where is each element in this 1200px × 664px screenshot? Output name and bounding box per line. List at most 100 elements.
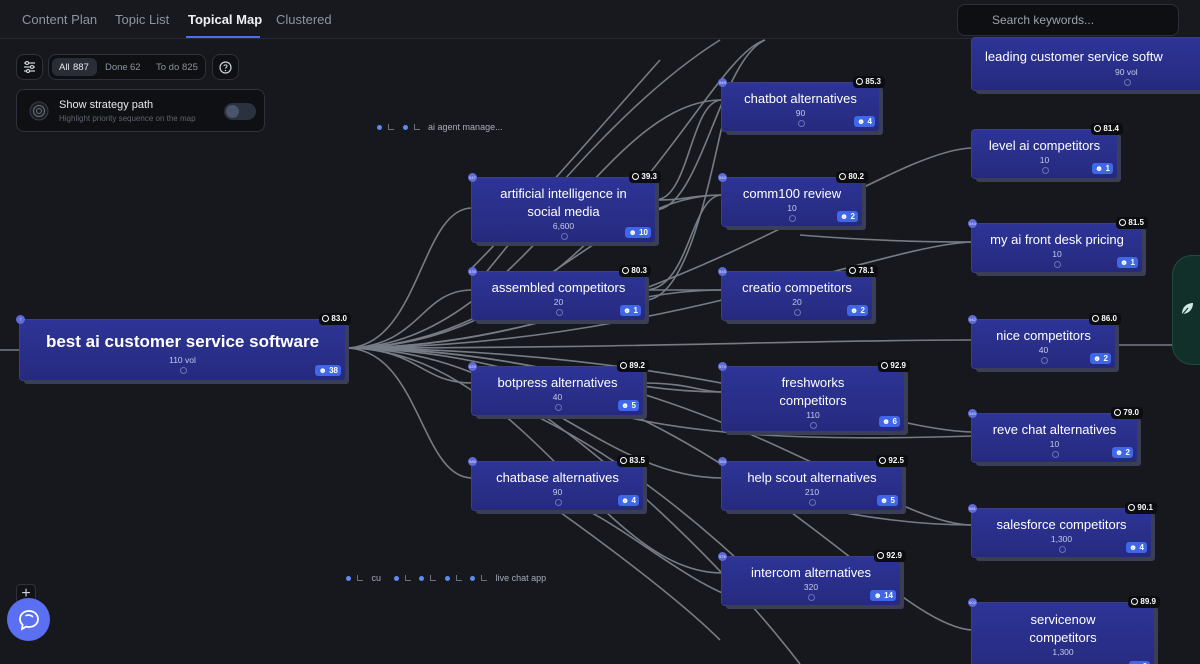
node-title: comm100 review — [742, 186, 842, 201]
node-score-badge: 81.4 — [1091, 123, 1123, 135]
topic-node[interactable]: 576 92.9 intercom alternatives 320 ☻ 14 — [718, 550, 906, 605]
tab-content-plan[interactable]: Content Plan — [22, 12, 97, 27]
topic-node[interactable]: 543 80.2 comm100 review 10 ☻ 2 — [718, 171, 868, 226]
node-status-dot — [809, 499, 816, 506]
node-status-dot — [1040, 357, 1048, 364]
node-count: 2 — [860, 306, 865, 315]
node-count: 1 — [1105, 164, 1110, 173]
topic-node[interactable]: 547 39.3 artificial intelligence in soci… — [468, 171, 661, 242]
node-title: leading customer service softw — [985, 49, 1163, 64]
branch-icon — [455, 575, 462, 581]
node-status-dot — [1051, 451, 1059, 458]
node-score-badge: 81.5 — [1116, 217, 1148, 229]
node-status-dot — [789, 215, 796, 222]
filter-settings-button[interactable] — [16, 54, 43, 80]
node-count-badge: ☻ 2 — [1089, 353, 1111, 364]
node-status-dot — [179, 367, 187, 374]
collapsed-dot — [419, 576, 425, 581]
collapsed-node-group-bottom[interactable]: cu live chat app — [346, 573, 546, 583]
topic-node[interactable]: 574 92.9 freshworks competitors 110 ☻ 6 — [718, 360, 910, 431]
tab-topic-list[interactable]: Topic List — [115, 12, 169, 27]
node-score: 92.5 — [888, 456, 904, 465]
node-id-badge: 581 — [968, 504, 977, 513]
topic-node[interactable]: 629 89.2 botpress alternatives 40 ☻ 5 — [468, 360, 649, 415]
topic-node[interactable]: 589 83.5 chatbase alternatives 90 ☻ 4 — [468, 455, 649, 510]
side-panel-handle[interactable] — [1172, 255, 1200, 365]
branch-icon — [404, 575, 411, 581]
clock-icon — [879, 457, 887, 464]
search-placeholder: Search keywords... — [992, 13, 1095, 27]
node-count: 2 — [1103, 354, 1108, 363]
node-id-badge: 542 — [968, 315, 977, 324]
node-title: level ai competitors — [988, 138, 1101, 153]
collapsed-node-group-top[interactable]: ai agent manage... — [377, 122, 503, 132]
node-score: 39.3 — [641, 172, 657, 181]
node-score-badge: 89.9 — [1128, 596, 1160, 608]
topic-node[interactable]: 581 90.1 salesforce competitors 1,300 ☻ … — [968, 502, 1157, 557]
filter-todo-label[interactable]: To do — [156, 62, 179, 73]
root-topic-node[interactable]: 7 83.0 best ai customer service software… — [16, 313, 351, 380]
tab-topical-map[interactable]: Topical Map — [188, 12, 262, 27]
node-score: 80.2 — [848, 172, 864, 181]
strategy-toggle[interactable] — [224, 103, 256, 120]
node-score-badge: 83.0 — [319, 313, 351, 325]
topic-node[interactable]: 549 85.3 chatbot alternatives 90 ☻ 4 — [718, 76, 885, 131]
clock-icon — [1128, 504, 1136, 511]
node-score-badge: 80.3 — [619, 265, 651, 277]
node-score: 83.5 — [629, 456, 645, 465]
clock-icon — [322, 315, 330, 322]
clock-icon — [632, 173, 640, 180]
topic-node[interactable]: 81.4 level ai competitors 10 ☻ 1 — [972, 123, 1123, 178]
node-score-badge: 90.1 — [1125, 502, 1157, 514]
node-score-badge: 85.3 — [853, 76, 885, 88]
topic-node[interactable]: 542 86.0 nice competitors 40 ☻ 2 — [968, 313, 1121, 368]
topic-node[interactable]: 540 79.0 reve chat alternatives 10 ☻ 2 — [968, 407, 1143, 462]
node-score: 80.3 — [631, 266, 647, 275]
node-count: 5 — [890, 496, 895, 505]
node-id-badge: 545 — [718, 267, 727, 276]
collapsed-dot — [402, 125, 408, 130]
node-title: assembled competitors — [491, 280, 626, 295]
status-filter-segment: All 887 Done 62 To do 825 — [48, 54, 206, 80]
node-title: botpress alternatives — [497, 375, 618, 390]
strategy-subtitle: Highlight priority sequence on the map — [59, 114, 196, 123]
node-score-badge: 89.2 — [617, 360, 649, 372]
node-score: 90.1 — [1137, 503, 1153, 512]
branch-icon — [413, 124, 420, 130]
node-count-badge: ☻ 2 — [836, 211, 858, 222]
node-id-badge: 539 — [468, 267, 477, 276]
node-score-badge: 92.5 — [876, 455, 908, 467]
topic-node[interactable]: 602 89.9 servicenow competitors 1,300 ☻ … — [968, 596, 1160, 664]
topic-node[interactable]: 545 78.1 creatio competitors 20 ☻ 2 — [718, 265, 878, 320]
tab-clustered[interactable]: Clustered — [276, 12, 332, 27]
node-count-badge: ☻ 1 — [619, 305, 641, 316]
node-id-badge: 549 — [718, 78, 727, 87]
node-score: 78.1 — [858, 266, 874, 275]
node-volume: 110 vol — [169, 355, 196, 365]
clock-icon — [849, 267, 857, 274]
topic-node[interactable]: 544 81.5 my ai front desk pricing 10 ☻ 1 — [968, 217, 1148, 272]
node-count-badge: ☻ 1 — [1116, 257, 1138, 268]
help-button[interactable] — [212, 54, 239, 80]
node-count: 38 — [329, 366, 338, 375]
node-count-badge: ☻ 14 — [870, 590, 896, 601]
node-title: chatbot alternatives — [744, 91, 857, 106]
node-score-badge: 83.5 — [617, 455, 649, 467]
node-status-dot — [797, 120, 805, 127]
node-count-badge: ☻ 5 — [876, 495, 898, 506]
clock-icon — [1131, 598, 1139, 605]
collapsed-dot — [444, 576, 450, 581]
topic-node[interactable]: 563 92.5 help scout alternatives 210 ☻ 5 — [718, 455, 908, 510]
filter-done-label[interactable]: Done — [105, 62, 128, 73]
search-input[interactable]: Search keywords... — [957, 4, 1179, 36]
topic-node[interactable]: 539 80.3 assembled competitors 20 ☻ 1 — [468, 265, 651, 320]
node-score-badge: 78.1 — [846, 265, 878, 277]
node-title: chatbase alternatives — [496, 470, 619, 485]
topic-node[interactable]: leading customer service softw 90 vol — [972, 38, 1200, 90]
filter-todo-count: 825 — [182, 62, 198, 73]
node-count: 6 — [892, 417, 897, 426]
collapsed-label: live chat app — [495, 573, 547, 583]
strategy-path-panel: Show strategy path Highlight priority se… — [16, 89, 265, 132]
node-score: 92.9 — [890, 361, 906, 370]
chat-support-button[interactable] — [7, 598, 50, 641]
